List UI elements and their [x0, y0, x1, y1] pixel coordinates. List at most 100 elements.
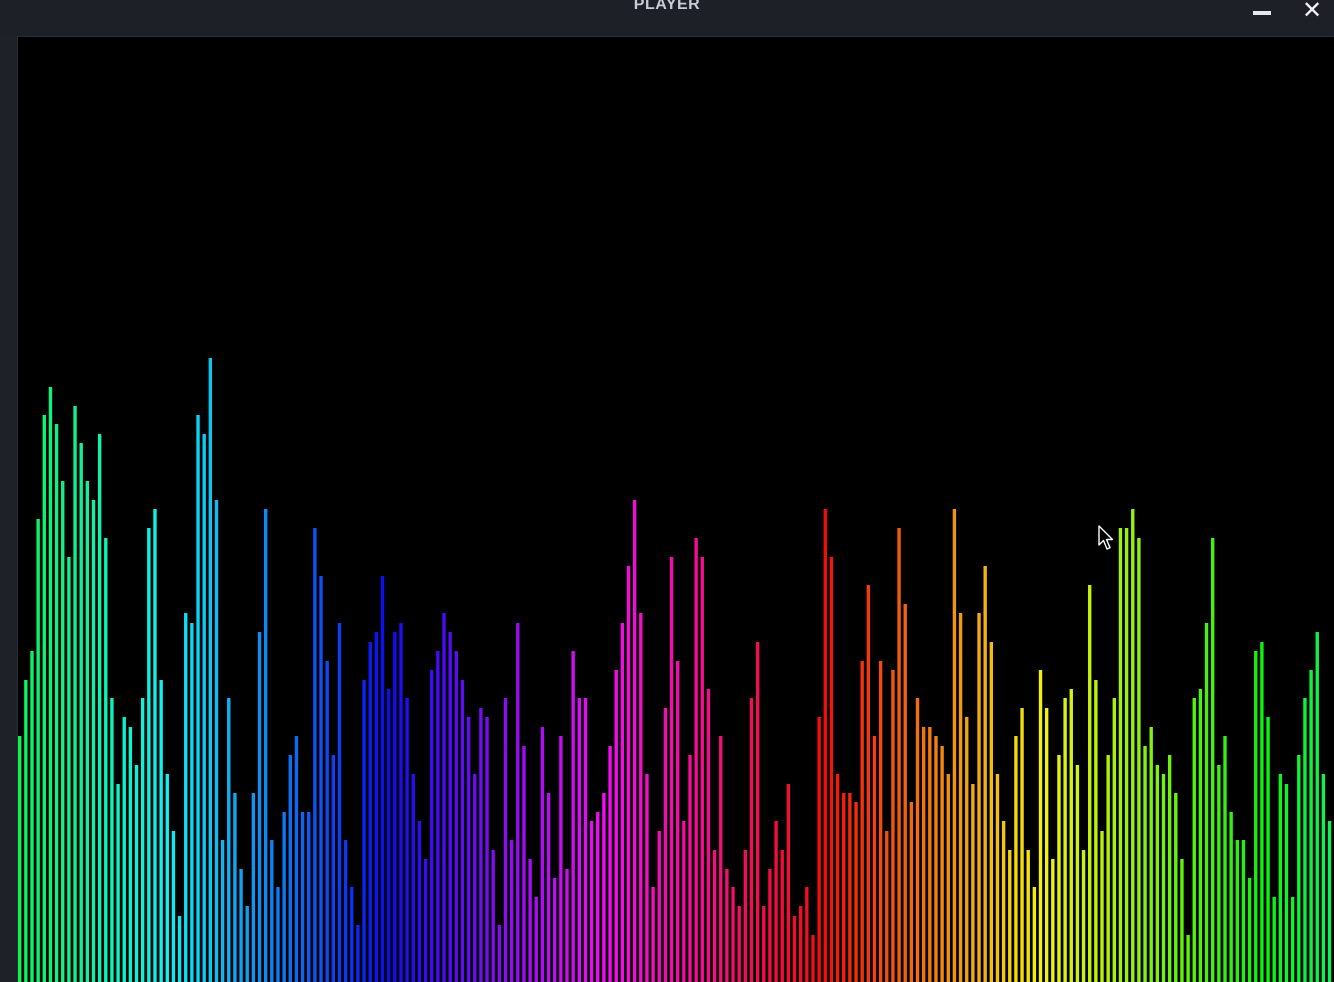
spectrum-bar	[134, 765, 139, 982]
spectrum-bar	[325, 661, 329, 982]
spectrum-bar	[147, 528, 151, 982]
spectrum-bar	[97, 434, 102, 982]
close-button[interactable]: ✕	[1294, 0, 1330, 26]
minimize-icon	[1253, 11, 1271, 15]
spectrum-bars	[18, 358, 1332, 982]
spectrum-bar	[1204, 623, 1209, 982]
spectrum-bar	[626, 566, 631, 982]
spectrum-bar	[854, 802, 858, 982]
spectrum-bar	[712, 850, 717, 982]
spectrum-bar	[995, 774, 1000, 982]
spectrum-bar	[171, 831, 176, 982]
spectrum-bar	[1327, 821, 1332, 982]
spectrum-bar	[1247, 878, 1252, 982]
spectrum-bar	[829, 557, 834, 982]
spectrum-bar	[1278, 774, 1283, 982]
spectrum-bar	[1284, 784, 1289, 982]
spectrum-bar	[1001, 821, 1006, 982]
spectrum-bar	[946, 774, 950, 982]
spectrum-bar	[116, 784, 120, 982]
spectrum-bar	[762, 906, 766, 982]
spectrum-bar	[503, 698, 508, 982]
spectrum-bar	[682, 821, 686, 982]
spectrum-bar	[860, 661, 864, 982]
spectrum-bar	[1106, 755, 1110, 982]
spectrum-bar	[1032, 887, 1037, 982]
spectrum-bar	[140, 698, 145, 982]
spectrum-bar	[792, 916, 797, 982]
spectrum-bar	[743, 850, 748, 982]
spectrum-bar	[817, 717, 821, 982]
spectrum-bar	[276, 887, 280, 982]
title-bar[interactable]: PLAYER ✕	[0, 0, 1334, 37]
spectrum-bar	[380, 576, 385, 982]
spectrum-bar	[1131, 509, 1135, 982]
spectrum-bar	[989, 642, 994, 982]
spectrum-bar	[645, 774, 649, 982]
spectrum-bar	[1026, 850, 1030, 982]
spectrum-bar	[153, 509, 157, 982]
spectrum-bar	[251, 793, 256, 982]
spectrum-bar	[1174, 793, 1178, 982]
spectrum-bar	[307, 812, 311, 982]
spectrum-bar	[755, 642, 760, 982]
spectrum-bar	[1217, 765, 1221, 982]
spectrum-bar	[1124, 528, 1129, 982]
spectrum-bar	[731, 887, 735, 982]
spectrum-bar	[811, 935, 815, 982]
spectrum-bar	[540, 727, 545, 982]
spectrum-bar	[983, 566, 987, 982]
spectrum-bar	[522, 746, 526, 982]
spectrum-bar	[780, 850, 784, 982]
spectrum-bar	[559, 736, 563, 982]
spectrum-bar	[300, 812, 305, 982]
spectrum-bar	[337, 623, 342, 982]
spectrum-bar	[1081, 850, 1086, 982]
spectrum-bar	[1094, 680, 1098, 982]
spectrum-bar	[565, 869, 569, 982]
spectrum-bar	[110, 698, 114, 982]
spectrum-bar	[91, 500, 96, 982]
window-left-frame	[0, 36, 18, 982]
spectrum-bar	[1100, 831, 1104, 982]
spectrum-bar	[602, 793, 606, 982]
spectrum-bar	[190, 623, 194, 982]
spectrum-bar	[30, 651, 34, 982]
spectrum-bar	[128, 727, 133, 982]
spectrum-bar	[1118, 528, 1123, 982]
spectrum-bar	[842, 793, 846, 982]
spectrum-visualizer[interactable]	[18, 37, 1334, 982]
spectrum-bar	[934, 736, 938, 982]
spectrum-bar	[61, 481, 65, 982]
spectrum-bar	[48, 387, 53, 982]
spectrum-bar	[915, 698, 920, 982]
spectrum-bar	[374, 632, 379, 982]
spectrum-bar	[1297, 755, 1301, 982]
spectrum-bar	[589, 821, 594, 982]
spectrum-bar	[706, 689, 711, 982]
spectrum-bar	[184, 613, 188, 982]
spectrum-bar	[18, 736, 22, 982]
spectrum-bar	[1038, 670, 1043, 982]
spectrum-bar	[786, 784, 791, 982]
spectrum-bar	[528, 859, 532, 982]
spectrum-bar	[903, 604, 907, 982]
minimize-button[interactable]	[1244, 0, 1280, 26]
spectrum-bar	[583, 698, 588, 982]
spectrum-bar	[411, 774, 415, 982]
spectrum-bar	[485, 717, 489, 982]
spectrum-bar	[165, 774, 169, 982]
spectrum-bar	[42, 415, 46, 982]
spectrum-bar	[73, 406, 77, 982]
spectrum-bar	[1051, 859, 1055, 982]
spectrum-bar	[122, 717, 126, 982]
spectrum-bar	[885, 831, 889, 982]
spectrum-bar	[430, 670, 434, 982]
spectrum-bar	[700, 557, 704, 982]
spectrum-bar	[608, 746, 612, 982]
spectrum-bar	[971, 784, 975, 982]
spectrum-bar	[805, 887, 809, 982]
spectrum-bar	[36, 519, 40, 982]
spectrum-bar	[872, 736, 877, 982]
spectrum-bar	[220, 840, 225, 982]
